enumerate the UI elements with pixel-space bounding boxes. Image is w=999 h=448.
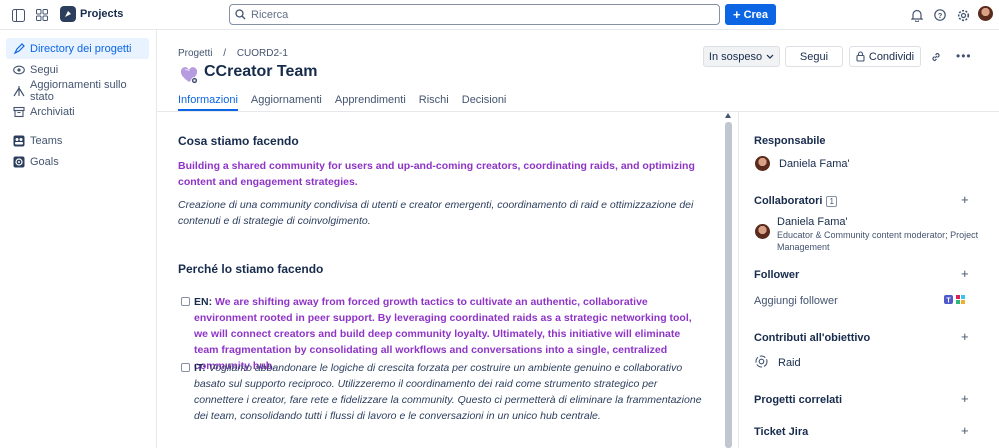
owner-name[interactable]: Daniela Fama' [779,158,850,170]
jira-tickets-heading: Ticket Jira [754,426,809,438]
breadcrumb-projects-link[interactable]: Progetti [178,48,212,59]
scrollbar-thumb[interactable] [725,122,732,448]
scroll-up-arrow-icon[interactable] [725,113,731,118]
follower-heading: Follower [754,269,800,281]
why-it-checkbox[interactable] [181,363,190,372]
copy-link-icon[interactable] [929,51,943,63]
sidebar-item-label: Aggiornamenti sullo stato [30,78,127,103]
svg-text:T: T [946,298,951,305]
sidebar-item-archived[interactable]: Archiviati [6,101,149,122]
search-input[interactable]: Ricerca [229,4,720,25]
tab-bar: Informazioni Aggiornamenti Apprendimenti… [178,94,519,111]
owner-avatar[interactable] [755,156,770,171]
signal-icon [13,85,25,97]
share-button[interactable]: Condividi [849,46,921,67]
people-icon [13,135,25,147]
archive-icon [13,106,25,118]
user-avatar[interactable] [978,6,993,21]
goal-target-icon [755,355,768,371]
tabs-divider [157,111,999,112]
why-heading: Perché lo stiamo facendo [178,262,324,276]
add-follower-plus-icon[interactable]: + [961,266,969,281]
right-panel-divider [738,112,739,448]
tab-learnings[interactable]: Apprendimenti [335,94,406,111]
sidebar-item-status-updates[interactable]: Aggiornamenti sullo stato [6,78,149,103]
collaborator-role: Educator & Community content moderator; … [777,230,979,252]
search-placeholder: Ricerca [251,8,289,21]
tab-decisions[interactable]: Decisioni [462,94,507,111]
add-follower-link[interactable]: Aggiungi follower [754,295,838,307]
collaborators-label: Collaboratori [754,195,823,207]
owner-heading: Responsabile [754,135,826,147]
sidebar-item-label: Segui [30,63,59,76]
follow-button[interactable]: Segui [785,46,843,67]
collaborator-name[interactable]: Daniela Fama' [777,216,848,228]
what-description-en: Building a shared community for users an… [178,160,695,188]
breadcrumb-project-key[interactable]: CUORD2-1 [237,48,288,59]
collaborators-heading: Collaboratori 1 [754,195,837,207]
sidebar-item-label: Teams [30,134,63,147]
teams-integration-icon[interactable]: T [944,294,966,309]
rocket-icon [13,42,25,55]
settings-gear-icon[interactable] [955,7,971,23]
why-en-checkbox[interactable] [181,297,190,306]
search-icon [235,9,246,20]
sidebar: Directory dei progetti Segui Aggiornamen… [0,30,157,448]
collaborators-count-badge: 1 [826,196,837,207]
why-it-body: Vogliamo abbandonare le logiche di cresc… [194,362,702,422]
app-name[interactable]: Projects [80,8,123,20]
sidebar-item-project-directory[interactable]: Directory dei progetti [6,38,149,59]
contribution-item[interactable]: Raid [778,357,801,369]
breadcrumb-separator: / [223,48,227,59]
share-label: Condividi [868,50,915,63]
sidebar-item-label: Archiviati [30,105,75,118]
project-heart-icon[interactable] [180,66,199,85]
create-label: Crea [743,8,769,21]
sidebar-toggle-icon[interactable] [10,7,26,23]
why-it-row: IT: Vogliamo abbandonare le logiche di c… [181,360,706,424]
add-jira-ticket-plus-icon[interactable]: + [961,423,969,438]
target-icon [13,156,25,168]
status-dropdown[interactable]: In sospeso [703,46,780,67]
more-options-icon[interactable]: ••• [956,49,972,63]
chevron-down-icon [766,54,774,59]
sidebar-item-label: Directory dei progetti [30,42,132,55]
page-title: CCreator Team [204,63,318,80]
sidebar-item-teams[interactable]: Teams [6,130,149,151]
tab-information[interactable]: Informazioni [178,94,238,111]
projects-logo-icon[interactable] [60,6,76,22]
breadcrumb: Progetti / CUORD2-1 [178,48,296,59]
create-button[interactable]: + Crea [725,4,776,25]
sidebar-item-follow[interactable]: Segui [6,59,149,80]
lock-icon [856,51,865,62]
tab-risks[interactable]: Rischi [419,94,449,111]
plus-icon: + [732,7,741,22]
why-en-label: EN: [194,296,213,308]
add-collaborator-plus-icon[interactable]: + [961,192,969,207]
tab-updates[interactable]: Aggiornamenti [251,94,322,111]
status-label: In sospeso [708,50,763,63]
follow-label: Segui [799,50,829,63]
collaborator-avatar[interactable] [755,224,770,239]
why-it-label: IT: [194,362,206,374]
help-icon[interactable]: ? [932,7,948,23]
add-related-project-plus-icon[interactable]: + [961,391,969,406]
notifications-icon[interactable] [909,7,925,23]
add-contribution-plus-icon[interactable]: + [961,329,969,344]
sidebar-item-label: Goals [30,155,59,168]
why-it-text: IT: Vogliamo abbandonare le logiche di c… [194,360,702,424]
sidebar-item-goals[interactable]: Goals [6,151,149,172]
svg-text:?: ? [938,11,943,20]
app-switcher-icon[interactable] [34,7,50,23]
eye-icon [13,64,25,76]
related-projects-heading: Progetti correlati [754,394,843,406]
top-navigation-bar: Projects Ricerca + Crea ? [0,0,999,30]
what-heading: Cosa stiamo facendo [178,134,299,148]
contributions-heading: Contributi all'obiettivo [754,332,871,344]
what-description-it: Creazione di una community condivisa di … [178,199,694,227]
